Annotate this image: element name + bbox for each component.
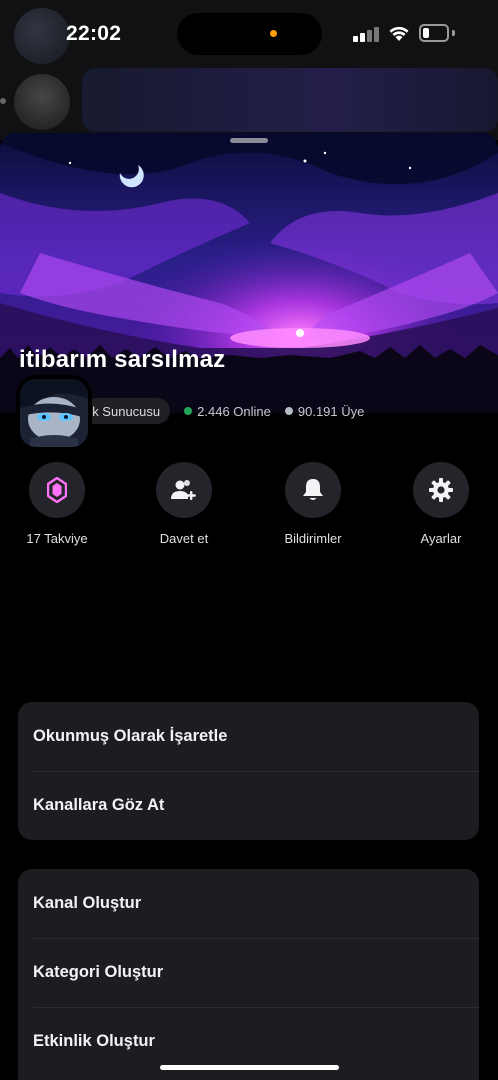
sheet-grabber[interactable] <box>230 138 268 143</box>
member-count: 90.191 Üye <box>297 403 365 419</box>
menu-group-read: Okunmuş Olarak İşaretle Kanallara Göz At <box>18 702 479 840</box>
unread-indicator <box>0 98 6 104</box>
boost-button-circle <box>29 462 85 518</box>
wifi-icon <box>389 26 409 41</box>
create-channel-item[interactable]: Kanal Oluştur <box>18 869 479 938</box>
boost-label: 17 Takviye <box>26 531 88 546</box>
home-indicator[interactable] <box>160 1065 339 1070</box>
invite-button[interactable]: Davet et <box>129 462 239 546</box>
gear-icon <box>429 478 453 502</box>
battery-cap <box>452 30 455 36</box>
online-count: 2.446 Online <box>197 403 271 419</box>
browse-channels-item[interactable]: Kanallara Göz At <box>18 771 479 840</box>
cellular-signal-icon <box>353 26 379 42</box>
background-banner <box>82 68 498 132</box>
member-stat: 90.191 Üye <box>284 403 365 419</box>
bell-icon <box>303 479 323 500</box>
member-dot-icon <box>284 407 293 415</box>
boost-gem-icon <box>47 477 67 503</box>
privacy-indicator-dot <box>270 30 277 37</box>
status-time: 22:02 <box>66 22 122 45</box>
invite-label: Davet et <box>159 531 209 546</box>
mark-as-read-item[interactable]: Okunmuş Olarak İşaretle <box>18 702 479 771</box>
battery-level <box>423 28 429 38</box>
settings-label: Ayarlar <box>420 531 462 546</box>
settings-button[interactable]: Ayarlar <box>386 462 496 546</box>
menu-group-create: Kanal Oluştur Kategori Oluştur Etkinlik … <box>18 869 479 1080</box>
add-user-icon <box>171 480 196 500</box>
background-avatar <box>14 74 70 130</box>
online-dot-icon <box>184 407 193 415</box>
notifications-button[interactable]: Bildirimler <box>258 462 368 546</box>
server-icon-image <box>20 379 88 447</box>
server-name: itibarım sarsılmaz <box>19 346 226 373</box>
online-stat: 2.446 Online <box>184 404 271 419</box>
boost-button[interactable]: 17 Takviye <box>2 462 112 546</box>
quick-actions: 17 Takviye Davet et Bildirimler Ayarlar <box>0 462 498 546</box>
notifications-button-circle <box>285 462 341 518</box>
status-bar: 22:02 <box>0 0 498 66</box>
dynamic-island <box>177 13 322 55</box>
server-icon[interactable] <box>16 375 92 451</box>
settings-button-circle <box>413 462 469 518</box>
notifications-label: Bildirimler <box>284 531 342 546</box>
invite-button-circle <box>156 462 212 518</box>
create-category-item[interactable]: Kategori Oluştur <box>18 938 479 1007</box>
battery-icon <box>419 24 449 42</box>
